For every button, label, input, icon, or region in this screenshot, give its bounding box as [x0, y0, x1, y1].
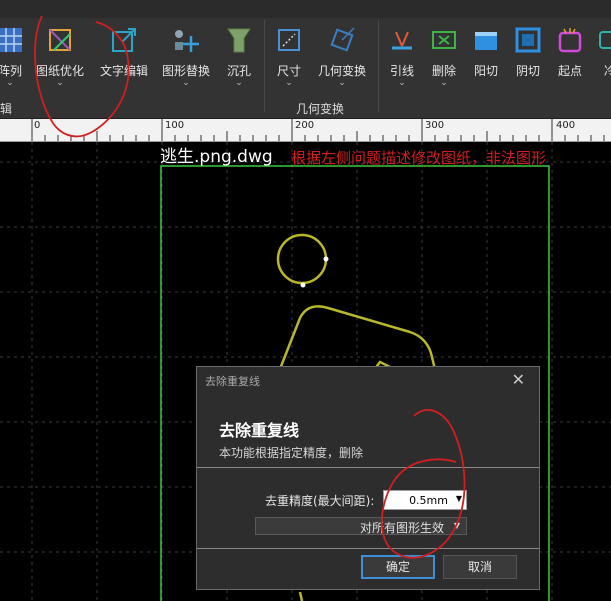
precision-label: 去重精度(最大间距): [265, 494, 375, 508]
ribbon-separator [378, 20, 379, 112]
title-strip [0, 0, 611, 18]
countersink-icon [227, 28, 251, 53]
drawing-optimize-button[interactable]: 图纸优化 ⌄ [32, 18, 88, 100]
chevron-down-icon: ⌄ [182, 78, 190, 88]
cancel-button[interactable]: 取消 [443, 555, 517, 579]
drawing-optimize-label: 图纸优化 [35, 64, 84, 78]
ruler-label: 200 [295, 120, 315, 131]
file-title: 逃生.png.dwg [160, 147, 273, 167]
scope-value: 对所有图形生效 [359, 521, 444, 535]
horizontal-ruler: 0 100 200 300 400 [0, 119, 611, 142]
precision-select[interactable]: 0.5mm ▼ [383, 490, 467, 510]
chevron-down-icon: ⌄ [285, 78, 293, 88]
chevron-down-icon: ▼ [453, 521, 460, 530]
chevron-down-icon: ▼ [455, 494, 462, 503]
negative-cut-button[interactable]: 阴切 [508, 18, 548, 100]
chevron-down-icon: ⌄ [56, 78, 64, 88]
chevron-down-icon: ⌄ [235, 78, 243, 88]
ok-button[interactable]: 确定 [361, 555, 435, 579]
shape-replace-icon [175, 30, 199, 52]
chevron-down-icon: ⌄ [338, 78, 346, 88]
geometry-transform-label: 几何变换 [317, 64, 366, 78]
dimension-button[interactable]: 尺寸 ⌄ [270, 18, 308, 100]
delete-icon [432, 31, 456, 49]
ruler-label: 100 [165, 120, 185, 131]
cooling-icon [599, 31, 611, 49]
countersink-label: 沉孔 [226, 64, 251, 78]
chevron-down-icon: ⌄ [440, 78, 448, 88]
negative-cut-icon [515, 27, 541, 53]
lead-line-button[interactable]: 引线 ⌄ [384, 18, 420, 100]
shape-replace-button[interactable]: 图形替换 ⌄ [158, 18, 214, 100]
ruler-label: 400 [556, 120, 576, 131]
ruler-label: 0 [34, 120, 41, 131]
ribbon-toolbar: 阵列 ⌄ 辑 图纸优化 ⌄ 文字编辑 图形替换 ⌄ 沉孔 ⌄ 尺寸 ⌄ 几何变换… [0, 18, 611, 119]
divider [197, 548, 539, 549]
warning-text: 根据左侧问题描述修改图纸，非法图形 [291, 149, 547, 167]
scope-select[interactable]: 对所有图形生效 ▼ [255, 517, 467, 535]
chevron-down-icon: ⌄ [6, 78, 14, 88]
cooling-label: 冷 [603, 64, 611, 78]
precision-value: 0.5mm [409, 494, 448, 507]
countersink-button[interactable]: 沉孔 ⌄ [220, 18, 258, 100]
negative-cut-label: 阴切 [515, 64, 540, 78]
dimension-label: 尺寸 [276, 64, 301, 78]
start-point-icon [558, 28, 582, 53]
dialog-title: 去除重复线 [205, 375, 260, 388]
close-icon[interactable]: ✕ [512, 370, 525, 389]
ruler-label: 300 [425, 120, 445, 131]
ribbon-separator [264, 20, 265, 112]
positive-cut-icon [475, 32, 497, 50]
text-edit-label: 文字编辑 [99, 64, 148, 78]
geometry-transform-button[interactable]: 几何变换 ⌄ [314, 18, 370, 100]
remove-duplicate-lines-dialog: 去除重复线 ✕ 去除重复线 本功能根据指定精度，删除 去重精度(最大间距): 0… [196, 366, 540, 590]
app-window: 阵列 ⌄ 辑 图纸优化 ⌄ 文字编辑 图形替换 ⌄ 沉孔 ⌄ 尺寸 ⌄ 几何变换… [0, 0, 611, 601]
start-point-button[interactable]: 起点 [552, 18, 588, 100]
dimension-icon [278, 29, 300, 51]
delete-button[interactable]: 删除 ⌄ [424, 18, 464, 100]
text-edit-button[interactable]: 文字编辑 [96, 18, 152, 100]
dialog-description: 本功能根据指定精度，删除 [219, 446, 364, 460]
array-icon [0, 28, 22, 52]
geometry-group-label: 几何变换 [296, 102, 345, 116]
drawing-optimize-icon [49, 29, 71, 51]
text-edit-icon [112, 28, 136, 52]
delete-label: 删除 [431, 64, 456, 78]
positive-cut-button[interactable]: 阳切 [468, 18, 504, 100]
chevron-down-icon: ⌄ [398, 78, 406, 88]
array-label: 阵列 [0, 64, 22, 78]
lead-line-label: 引线 [389, 64, 414, 78]
positive-cut-label: 阳切 [473, 64, 498, 78]
edit-group-label: 辑 [0, 102, 13, 116]
lead-line-icon [392, 31, 412, 50]
cooling-button[interactable]: 冷 [592, 18, 611, 100]
geometry-transform-icon [330, 27, 355, 52]
array-button[interactable]: 阵列 ⌄ [0, 18, 32, 100]
shape-replace-label: 图形替换 [161, 64, 210, 78]
start-point-label: 起点 [557, 64, 582, 78]
dialog-heading: 去除重复线 [219, 421, 300, 440]
divider [197, 467, 539, 468]
